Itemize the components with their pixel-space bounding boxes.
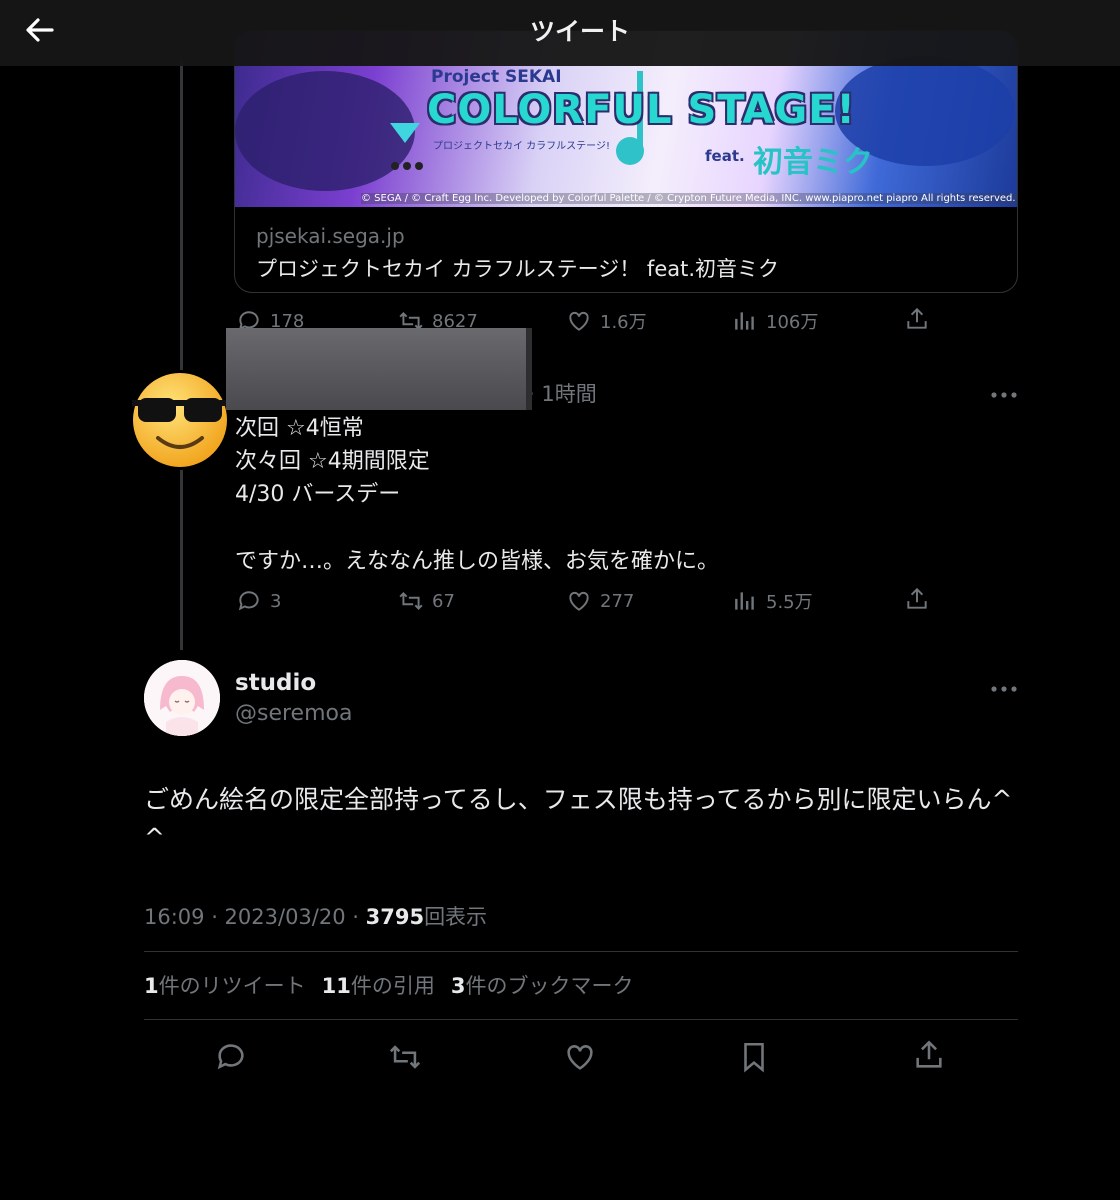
heart-icon xyxy=(569,591,589,611)
link-card[interactable]: Project SEKAI COLORFUL STAGE! プロジェクトセカイ … xyxy=(234,30,1018,293)
card-art-copyright: © SEGA / © Craft Egg Inc. Developed by C… xyxy=(361,193,1017,204)
divider xyxy=(144,951,1018,952)
retweet-button[interactable]: 67 xyxy=(398,588,455,614)
retweet-icon[interactable] xyxy=(388,1040,422,1074)
tweet-time: · 1時間 xyxy=(528,382,597,406)
like-button[interactable]: 1.6万 xyxy=(566,308,647,334)
quotes-stat-count: 11 xyxy=(321,974,351,998)
view-count: 3795 xyxy=(365,905,425,929)
retweets-stat-label: 件のリツイート xyxy=(158,974,306,998)
like-count: 1.6万 xyxy=(600,312,647,333)
share-icon xyxy=(907,587,927,609)
quotes-stat[interactable]: 11件の引用 xyxy=(322,970,435,1000)
user-handle[interactable]: @seremoa xyxy=(235,701,352,726)
retweet-icon xyxy=(399,592,423,610)
retweet-count: 67 xyxy=(432,590,455,612)
redacted-username xyxy=(226,328,532,410)
views-count: 5.5万 xyxy=(766,592,813,613)
bookmarks-stat[interactable]: 3件のブックマーク xyxy=(451,970,634,1000)
tweet-line: 次々回 ☆4期間限定 xyxy=(235,449,430,474)
tweet-line: ですか…。えななん推しの皆様、お気を確かに。 xyxy=(235,549,720,574)
tweet-timestamp: 16:09 · 2023/03/20 · xyxy=(144,905,366,929)
card-art-title: COLORFUL STAGE! xyxy=(427,87,856,133)
thread-line-mid xyxy=(180,470,183,650)
tweet-line: 4/30 バースデー xyxy=(235,482,401,507)
views-count: 106万 xyxy=(766,312,819,333)
view-label: 回表示 xyxy=(424,905,488,929)
tweet-meta: 16:09 · 2023/03/20 · 3795回表示 xyxy=(144,901,487,931)
share-icon xyxy=(907,307,927,329)
bookmarks-stat-count: 3 xyxy=(450,974,466,998)
tweet-stats: 1件のリツイート 11件の引用 3件のブックマーク xyxy=(144,970,633,1000)
more-options-icon[interactable] xyxy=(990,385,1018,398)
share-button[interactable] xyxy=(904,306,930,332)
retweets-stat-count: 1 xyxy=(144,974,159,998)
bookmarks-stat-label: 件のブックマーク xyxy=(465,974,634,998)
share-button[interactable] xyxy=(904,586,930,612)
bookmark-icon[interactable] xyxy=(737,1040,771,1074)
reply-count: 3 xyxy=(270,590,282,612)
divider xyxy=(144,1019,1018,1020)
thread-line-top xyxy=(180,60,183,370)
like-button[interactable]: 277 xyxy=(566,588,634,614)
reply-button[interactable]: 3 xyxy=(236,588,281,614)
card-domain: pjsekai.sega.jp xyxy=(256,224,405,248)
card-art-feat: feat. xyxy=(705,147,745,165)
tweet-text: ごめん絵名の限定全部持ってるし、フェス限も持ってるから別に限定いらん^ ^ xyxy=(144,785,1013,852)
card-art-subtitle: プロジェクトセカイ カラフルステージ! xyxy=(433,141,610,152)
views-button[interactable]: 5.5万 xyxy=(732,588,813,614)
card-art-miku: 初音ミク xyxy=(753,145,873,180)
reply-icon[interactable] xyxy=(214,1040,248,1074)
display-name[interactable]: studio xyxy=(235,670,316,696)
views-button[interactable]: 106万 xyxy=(732,308,818,334)
heart-icon xyxy=(569,311,589,331)
avatar[interactable] xyxy=(144,660,220,736)
heart-icon[interactable] xyxy=(563,1040,597,1074)
tweet-line: 次回 ☆4恒常 xyxy=(235,416,364,441)
views-icon xyxy=(735,312,754,330)
card-title: プロジェクトセカイ カラフルステージ！ feat.初音ミク xyxy=(256,257,780,281)
page-title: ツイート xyxy=(529,17,630,46)
top-bar: ツイート xyxy=(0,0,1120,66)
quotes-stat-label: 件の引用 xyxy=(350,974,435,998)
share-icon[interactable] xyxy=(912,1038,946,1072)
sunglasses-emoji-avatar-icon[interactable] xyxy=(130,370,230,470)
views-icon xyxy=(735,592,754,610)
card-art-project: Project SEKAI xyxy=(431,67,562,87)
reply-icon xyxy=(238,591,259,611)
like-count: 277 xyxy=(600,590,635,612)
more-options-icon[interactable] xyxy=(990,679,1018,692)
retweets-stat[interactable]: 1件のリツイート xyxy=(144,970,306,1000)
